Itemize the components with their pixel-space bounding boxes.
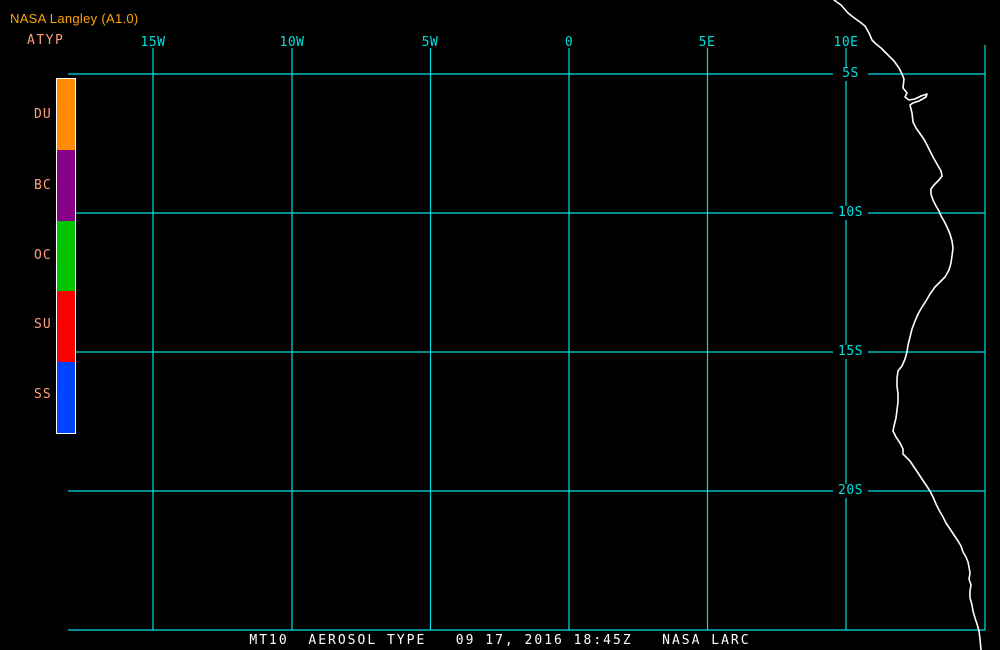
colorbar-swatch-black-carbon	[57, 149, 75, 221]
colorbar-swatch-sea-salt	[57, 362, 75, 433]
colorbar-swatch-organic	[57, 220, 75, 292]
coastline	[833, 0, 982, 650]
lon-label-0: 0	[564, 35, 574, 50]
aerosol-type-colorbar	[56, 78, 76, 434]
legend-label-oc: OC	[34, 248, 52, 263]
colorbar-swatch-sulfate	[57, 291, 75, 363]
caption-text: MT10 AEROSOL TYPE 09 17, 2016 18:45Z NAS…	[249, 633, 751, 648]
lon-label-5e: 5E	[698, 35, 716, 50]
lon-label-5w: 5W	[421, 35, 439, 50]
legend-label-bc: BC	[34, 178, 52, 193]
product-code-label: ATYP	[27, 33, 65, 48]
map-plot-area	[68, 0, 986, 650]
page-title: NASA Langley (A1.0)	[10, 11, 139, 26]
lon-label-15w: 15W	[140, 35, 166, 50]
colorbar-swatch-dust	[57, 79, 75, 150]
legend-label-su: SU	[34, 317, 52, 332]
legend-label-ss: SS	[34, 387, 52, 402]
legend-label-du: DU	[34, 107, 52, 122]
lat-label-5s: 5S	[833, 67, 868, 81]
aerosol-map-screen: NASA Langley (A1.0) ATYP 15W 10W 5W 0 5E…	[0, 0, 1000, 650]
lon-label-10e: 10E	[833, 35, 859, 50]
lat-label-20s: 20S	[833, 484, 868, 498]
lat-label-15s: 15S	[833, 345, 868, 359]
graticule-vertical-lines	[152, 45, 986, 630]
lat-label-10s: 10S	[833, 206, 868, 220]
lon-label-10w: 10W	[279, 35, 305, 50]
